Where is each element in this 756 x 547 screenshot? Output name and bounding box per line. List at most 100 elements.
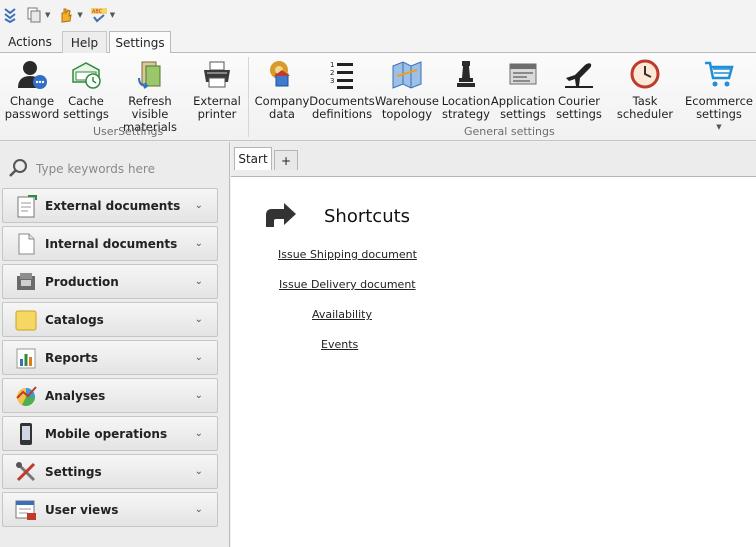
tab-start[interactable]: Start xyxy=(234,147,272,170)
user-views-icon xyxy=(14,498,38,522)
general-settings-group-label: General settings xyxy=(464,125,555,138)
external-printer-button[interactable]: External printer xyxy=(193,57,241,121)
spellcheck-quick-button[interactable]: ABC ▼ xyxy=(90,4,116,26)
tab-settings[interactable]: Settings xyxy=(109,31,171,54)
courier-settings-button[interactable]: Courier settings xyxy=(556,57,602,121)
sidebar-item-external-documents[interactable]: External documents ⌄ xyxy=(2,188,218,223)
location-strategy-label: Location strategy xyxy=(441,94,491,121)
cart-icon xyxy=(702,57,736,91)
start-page: Shortcuts Issue Shipping document Issue … xyxy=(231,176,756,547)
sidebar-search[interactable]: Type keywords here xyxy=(8,158,218,180)
sidebar-item-reports[interactable]: Reports ⌄ xyxy=(2,340,218,375)
application-settings-button[interactable]: Application settings xyxy=(491,57,555,121)
clock-icon xyxy=(628,57,662,91)
chevron-down-icon: ⌄ xyxy=(194,504,203,515)
production-icon xyxy=(14,270,38,294)
svg-text:2: 2 xyxy=(330,69,334,77)
refresh-materials-icon xyxy=(133,57,167,91)
tab-actions[interactable]: Actions xyxy=(0,31,60,53)
tab-help[interactable]: Help xyxy=(62,31,107,53)
reports-icon xyxy=(14,346,38,370)
svg-text:ABC: ABC xyxy=(92,9,103,15)
chevron-down-icon: ⌄ xyxy=(194,200,203,211)
availability-link[interactable]: Availability xyxy=(312,308,372,321)
location-strategy-button[interactable]: Location strategy xyxy=(441,57,491,121)
search-placeholder: Type keywords here xyxy=(36,162,155,176)
ecommerce-settings-button[interactable]: Ecommerce settings ▼ xyxy=(685,57,753,134)
ribbon-menu-button[interactable] xyxy=(2,4,18,26)
sidebar-item-label: Catalogs xyxy=(45,312,104,327)
chevron-down-icon: ⌄ xyxy=(194,390,203,401)
copy-quick-button[interactable]: ▼ xyxy=(26,4,50,26)
chevron-down-icon: ⌄ xyxy=(194,428,203,439)
shortcuts-title: Shortcuts xyxy=(324,206,411,227)
sidebar-item-production[interactable]: Production ⌄ xyxy=(2,264,218,299)
quick-access-toolbar: ▼ ▼ ABC ▼ xyxy=(0,0,756,30)
main-panel: Start + Shortcuts Issue Shipping documen… xyxy=(231,142,756,547)
issue-delivery-document-link[interactable]: Issue Delivery document xyxy=(279,278,416,291)
map-icon xyxy=(390,57,424,91)
dropdown-arrow-icon: ▼ xyxy=(716,123,722,131)
chevron-down-icon: ⌄ xyxy=(194,238,203,249)
ribbon: Change password Cache settings Refresh v… xyxy=(0,53,756,141)
external-printer-label: External printer xyxy=(193,94,241,121)
company-data-label: Company data xyxy=(254,94,310,121)
printer-icon xyxy=(200,57,234,91)
svg-text:3: 3 xyxy=(330,77,334,85)
ribbon-tabs: Actions Help Settings xyxy=(0,30,756,54)
sidebar-item-label: Production xyxy=(45,274,119,289)
task-scheduler-label: Task scheduler xyxy=(616,94,674,121)
add-tab-button[interactable]: + xyxy=(274,150,298,170)
company-data-button[interactable]: Company data xyxy=(254,57,310,121)
sidebar-item-settings[interactable]: Settings ⌄ xyxy=(2,454,218,489)
company-icon xyxy=(265,57,299,91)
events-link[interactable]: Events xyxy=(321,338,358,351)
hand-icon xyxy=(58,7,74,23)
chevrons-down-icon xyxy=(2,7,18,23)
cache-settings-label: Cache settings xyxy=(63,94,109,121)
courier-settings-label: Courier settings xyxy=(556,94,602,121)
sidebar-item-label: User views xyxy=(45,502,119,517)
search-icon xyxy=(8,158,28,181)
airplane-icon xyxy=(562,57,596,91)
cache-settings-button[interactable]: Cache settings xyxy=(63,57,109,121)
internal-document-icon xyxy=(14,232,38,256)
mobile-icon xyxy=(14,422,38,446)
issue-shipping-document-link[interactable]: Issue Shipping document xyxy=(278,248,417,261)
refresh-materials-button[interactable]: Refresh visible materials xyxy=(113,57,187,134)
sidebar-item-label: Internal documents xyxy=(45,236,178,251)
navigation-sidebar: Type keywords here External documents ⌄ … xyxy=(0,142,230,547)
hand-quick-button[interactable]: ▼ xyxy=(58,4,83,26)
cache-icon xyxy=(69,57,103,91)
sidebar-item-label: Reports xyxy=(45,350,99,365)
task-scheduler-button[interactable]: Task scheduler xyxy=(608,57,682,121)
change-password-button[interactable]: Change password xyxy=(4,57,60,121)
svg-text:1: 1 xyxy=(330,61,334,69)
sidebar-item-mobile-operations[interactable]: Mobile operations ⌄ xyxy=(2,416,218,451)
ecommerce-settings-label: Ecommerce settings xyxy=(685,94,753,121)
chevron-down-icon: ⌄ xyxy=(194,352,203,363)
chevron-down-icon: ⌄ xyxy=(194,314,203,325)
sidebar-item-analyses[interactable]: Analyses ⌄ xyxy=(2,378,218,413)
dropdown-arrow-icon: ▼ xyxy=(109,11,116,19)
dropdown-arrow-icon: ▼ xyxy=(77,11,83,19)
warehouse-topology-button[interactable]: Warehouse topology xyxy=(375,57,439,121)
app-settings-icon xyxy=(506,57,540,91)
documents-definitions-button[interactable]: 123 Documents definitions xyxy=(309,57,375,121)
sidebar-item-catalogs[interactable]: Catalogs ⌄ xyxy=(2,302,218,337)
analyses-icon xyxy=(14,384,38,408)
sidebar-item-internal-documents[interactable]: Internal documents ⌄ xyxy=(2,226,218,261)
shortcut-arrow-icon xyxy=(264,201,298,232)
dropdown-arrow-icon: ▼ xyxy=(45,11,51,19)
copy-icon xyxy=(26,7,42,23)
sidebar-item-user-views[interactable]: User views ⌄ xyxy=(2,492,218,527)
sidebar-item-label: Analyses xyxy=(45,388,106,403)
sidebar-item-label: Mobile operations xyxy=(45,426,168,441)
tools-icon xyxy=(14,460,38,484)
application-settings-label: Application settings xyxy=(490,94,556,121)
change-password-label: Change password xyxy=(4,94,60,121)
documents-definitions-label: Documents definitions xyxy=(309,94,375,121)
group-separator xyxy=(248,57,249,137)
user-password-icon xyxy=(15,57,49,91)
catalog-icon xyxy=(14,308,38,332)
